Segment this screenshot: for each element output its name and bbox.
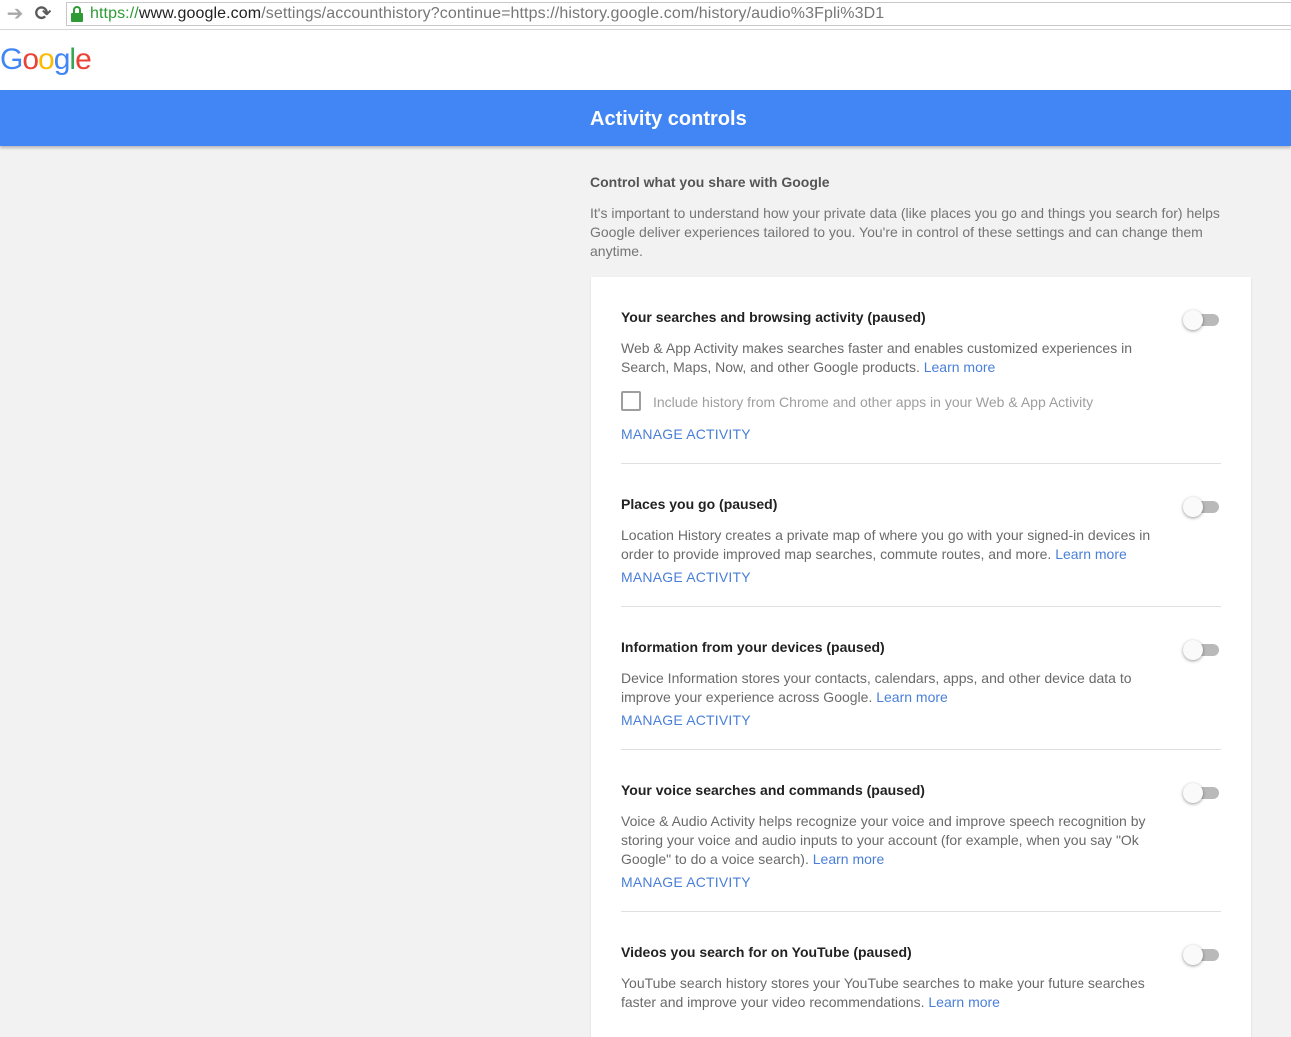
checkbox-label: Include history from Chrome and other ap… (653, 394, 1094, 410)
browser-toolbar: ➔ ⟳ https://www.google.com/settings/acco… (0, 0, 1291, 30)
google-logo[interactable]: Google (0, 40, 92, 80)
location-history-toggle[interactable] (1183, 497, 1221, 517)
logo-letter: e (75, 43, 92, 76)
youtube-search-history-toggle[interactable] (1183, 945, 1221, 965)
toggle-knob (1183, 640, 1203, 660)
section-title: Your searches and browsing activity (pau… (621, 309, 926, 325)
url-path: /settings/accounthistory?continue=https:… (261, 5, 885, 22)
google-header: Google (0, 30, 1291, 90)
section-description: Location History creates a private map o… (621, 526, 1161, 564)
section-description: Web & App Activity makes searches faster… (621, 339, 1161, 377)
url-scheme: https:// (90, 5, 139, 22)
section-title: Information from your devices (paused) (621, 639, 885, 655)
lock-icon (71, 6, 83, 22)
section-places: Places you go (paused) Location History … (621, 464, 1221, 607)
section-web-app-activity: Your searches and browsing activity (pau… (621, 277, 1221, 464)
section-title: Your voice searches and commands (paused… (621, 782, 925, 798)
toggle-knob (1183, 945, 1203, 965)
learn-more-link[interactable]: Learn more (813, 851, 885, 867)
logo-letter: G (0, 43, 23, 76)
learn-more-link[interactable]: Learn more (928, 994, 1000, 1010)
page-title: Activity controls (590, 108, 747, 130)
learn-more-link[interactable]: Learn more (876, 689, 948, 705)
voice-audio-activity-toggle[interactable] (1183, 783, 1221, 803)
manage-activity-button[interactable]: MANAGE ACTIVITY (621, 567, 751, 587)
activity-controls-card: Your searches and browsing activity (pau… (591, 277, 1251, 1037)
section-title: Places you go (paused) (621, 496, 778, 512)
web-app-activity-toggle[interactable] (1183, 310, 1221, 330)
toggle-knob (1183, 783, 1203, 803)
section-description: Voice & Audio Activity helps recognize y… (621, 812, 1161, 869)
section-description: YouTube search history stores your YouTu… (621, 974, 1161, 1012)
section-voice: Your voice searches and commands (paused… (621, 750, 1221, 912)
url-text: https://www.google.com/settings/accounth… (90, 4, 884, 24)
title-bar: Activity controls (0, 90, 1291, 146)
section-youtube: Videos you search for on YouTube (paused… (621, 912, 1221, 1037)
section-title: Videos you search for on YouTube (paused… (621, 944, 912, 960)
manage-activity-button[interactable]: MANAGE ACTIVITY (621, 872, 751, 892)
device-information-toggle[interactable] (1183, 640, 1221, 660)
section-description: Device Information stores your contacts,… (621, 669, 1161, 707)
manage-activity-button[interactable]: MANAGE ACTIVITY (621, 424, 751, 444)
toggle-knob (1183, 310, 1203, 330)
logo-letter: g (53, 43, 71, 76)
chrome-history-option: Include history from Chrome and other ap… (621, 391, 1181, 413)
description-text: YouTube search history stores your YouTu… (621, 975, 1145, 1010)
reload-icon[interactable]: ⟳ (32, 3, 54, 25)
url-host: www.google.com (138, 5, 262, 22)
address-bar[interactable]: https://www.google.com/settings/accounth… (66, 2, 1291, 26)
learn-more-link[interactable]: Learn more (924, 359, 996, 375)
learn-more-link[interactable]: Learn more (1055, 546, 1127, 562)
section-devices: Information from your devices (paused) D… (621, 607, 1221, 750)
manage-activity-button[interactable]: MANAGE ACTIVITY (621, 710, 751, 730)
toggle-knob (1183, 497, 1203, 517)
intro-text: It's important to understand how your pr… (590, 205, 1220, 259)
forward-arrow-icon[interactable]: ➔ (4, 3, 26, 25)
description-text: Web & App Activity makes searches faster… (621, 340, 1133, 375)
logo-letter: o (38, 43, 55, 76)
logo-letter: o (22, 43, 39, 76)
chrome-history-checkbox[interactable] (621, 391, 641, 411)
intro-heading: Control what you share with Google (590, 174, 830, 190)
